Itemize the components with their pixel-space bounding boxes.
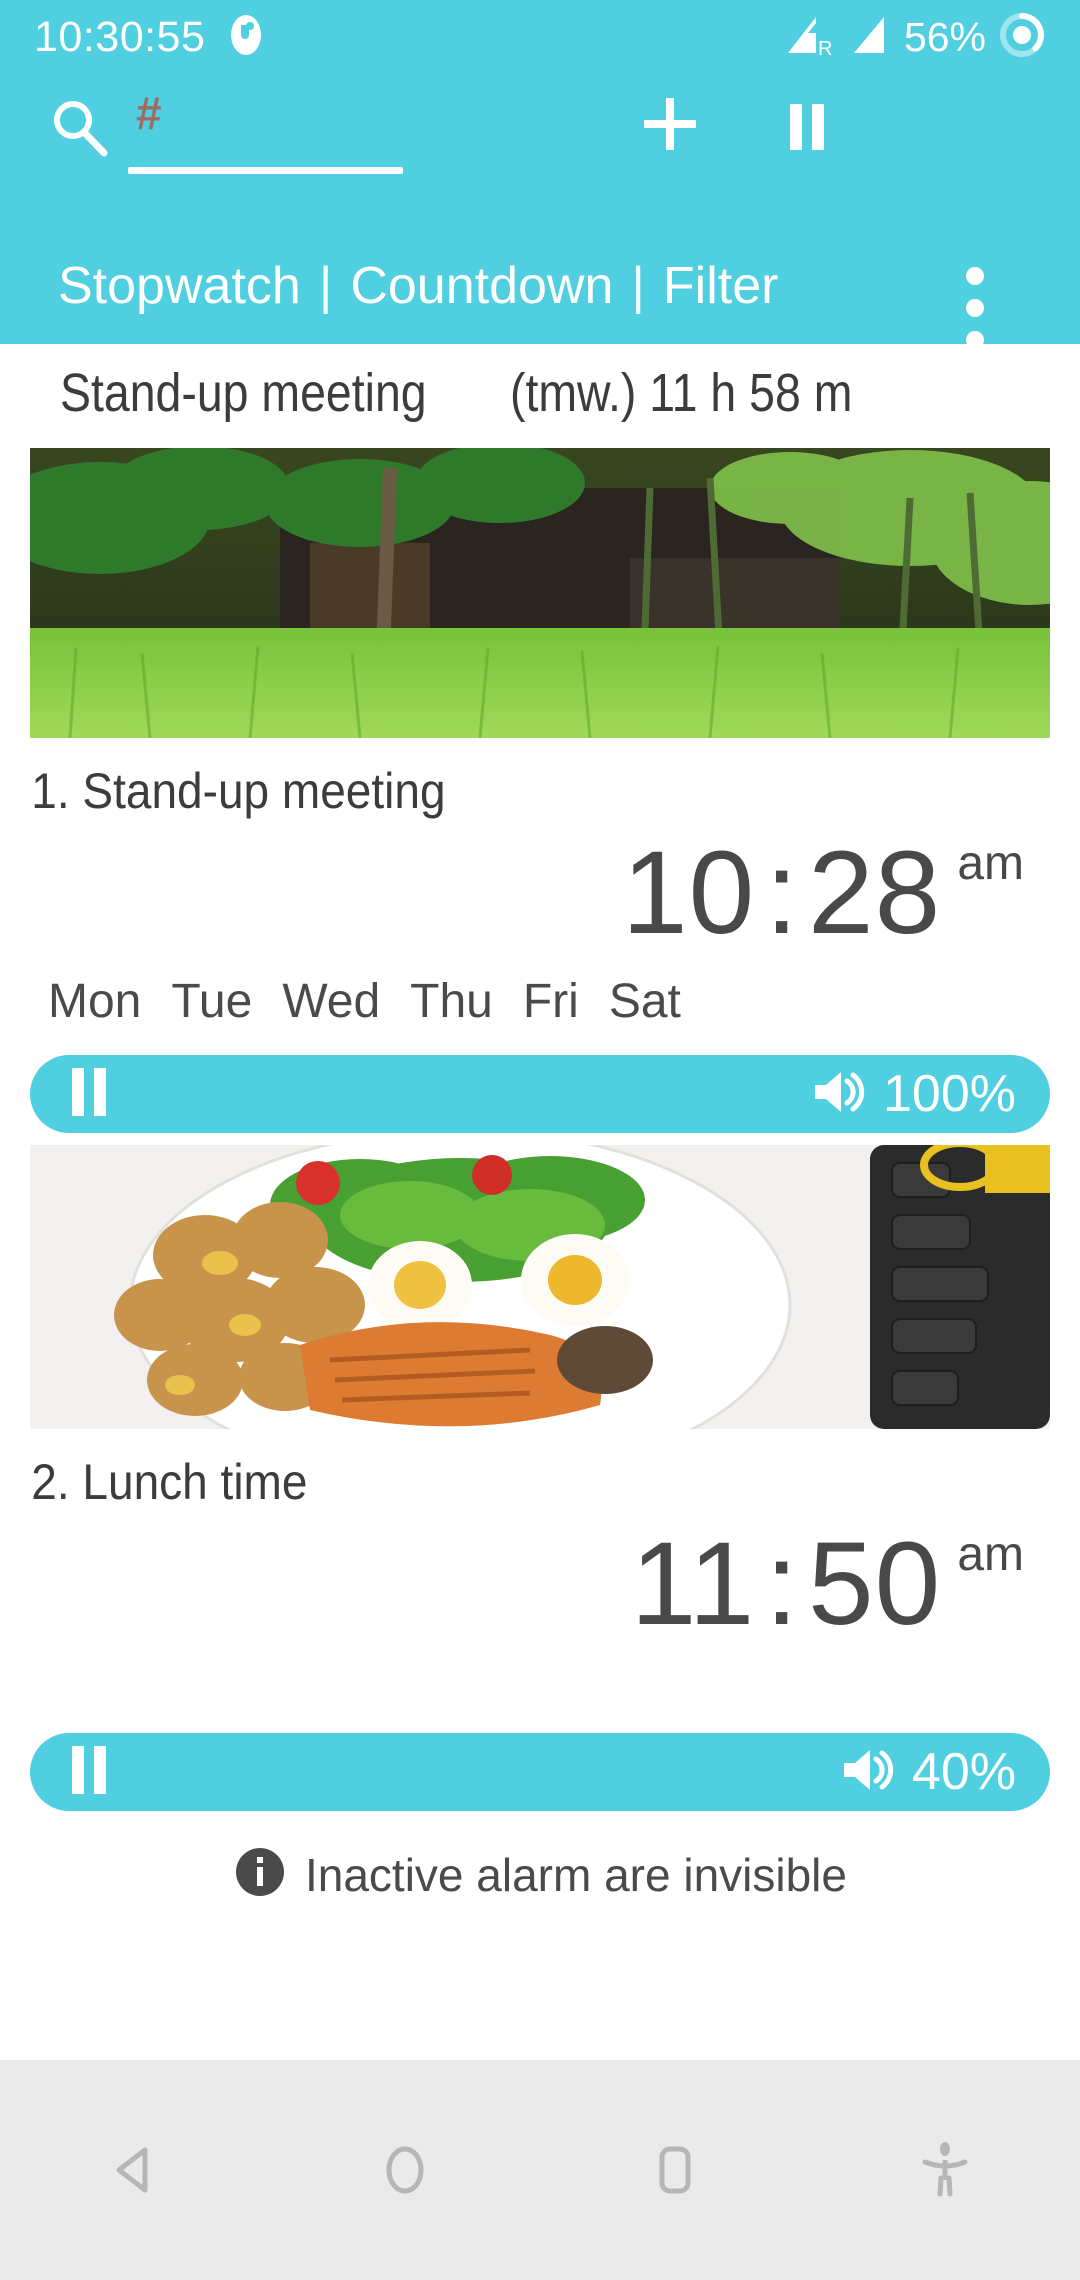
alarm-colon-2: :	[765, 1518, 799, 1650]
recents-icon[interactable]	[540, 2138, 810, 2202]
alarm-days-1[interactable]: Mon Tue Wed Thu Fri Sat	[0, 952, 1080, 1029]
next-alarm-remaining: (tmw.) 11 h 58 m	[510, 363, 853, 423]
speaker-icon[interactable]	[838, 1744, 894, 1801]
next-alarm-header: Stand-up meeting (tmw.) 11 h 58 m	[0, 344, 1080, 436]
volume-group-1[interactable]: 100%	[809, 1064, 1016, 1124]
tab-separator-1: |	[318, 257, 333, 315]
alarm-name-1: 1. Stand-up meeting	[31, 763, 446, 819]
app-notification-icon	[229, 13, 263, 62]
alarm-hour-2: 11	[630, 1518, 756, 1650]
speaker-icon[interactable]	[809, 1066, 865, 1123]
day-fri[interactable]: Fri	[523, 974, 579, 1029]
day-wed[interactable]: Wed	[282, 974, 380, 1029]
status-bar: 10:30:55 R 56%	[0, 0, 1080, 74]
alarm-image-lunch-plate[interactable]	[30, 1145, 1050, 1429]
back-icon[interactable]	[0, 2138, 270, 2202]
android-navigation-bar	[0, 2060, 1080, 2280]
volume-percent-1: 100%	[883, 1065, 1016, 1123]
tab-filter[interactable]: Filter	[663, 256, 779, 316]
alarm-ampm-2: am	[957, 1528, 1024, 1581]
volume-percent-2: 40%	[911, 1743, 1016, 1801]
footer-info: Inactive alarm are invisible	[0, 1811, 1080, 1904]
accessibility-icon[interactable]	[810, 2138, 1080, 2202]
alarm-minute-1: 28	[808, 827, 942, 959]
alarm-volume-bar-1[interactable]: 100%	[30, 1055, 1050, 1133]
volume-group-2[interactable]: 40%	[838, 1742, 1016, 1802]
footer-info-text: Inactive alarm are invisible	[304, 1848, 847, 1901]
day-mon[interactable]: Mon	[48, 974, 141, 1029]
signal-icon	[848, 11, 892, 64]
svg-text:R: R	[818, 38, 832, 59]
alarm-colon-1: :	[765, 827, 799, 959]
app-bar: 10:30:55 R 56% # Stopwatch | Countdown |…	[0, 0, 1080, 349]
search-icon[interactable]	[48, 96, 110, 163]
alarm-time-1[interactable]: 10 : 28 am	[0, 820, 1080, 952]
alarm-card-1[interactable]: 1. Stand-up meeting 10 : 28 am Mon Tue W…	[0, 448, 1080, 1133]
alarm-list: Stand-up meeting (tmw.) 11 h 58 m 1. Sta…	[0, 344, 1080, 2060]
signal-roaming-icon: R	[782, 11, 836, 64]
search-underline	[128, 167, 403, 174]
pause-all-button[interactable]	[772, 92, 842, 167]
search-row: #	[0, 87, 1080, 349]
info-icon	[233, 1845, 287, 1904]
day-tue[interactable]: Tue	[171, 974, 252, 1029]
status-left-icons	[229, 13, 263, 62]
alarm-volume-bar-2[interactable]: 40%	[30, 1733, 1050, 1811]
pause-icon[interactable]	[64, 1742, 114, 1803]
status-clock: 10:30:55	[34, 12, 206, 61]
day-sat[interactable]: Sat	[609, 974, 681, 1029]
battery-circle-icon	[998, 11, 1046, 64]
alarm-time-2[interactable]: 11 : 50 am	[0, 1511, 1080, 1643]
pause-icon[interactable]	[64, 1064, 114, 1125]
status-right-icons: R 56%	[782, 11, 1046, 64]
home-icon[interactable]	[270, 2138, 540, 2202]
search-placeholder: #	[136, 87, 162, 139]
battery-percent-label: 56%	[903, 13, 986, 60]
alarm-minute-2: 50	[808, 1518, 942, 1650]
tab-stopwatch[interactable]: Stopwatch	[58, 256, 301, 316]
tab-separator-2: |	[631, 257, 645, 315]
next-alarm-title: Stand-up meeting	[60, 363, 427, 423]
tab-bar: Stopwatch | Countdown | Filter	[0, 248, 1080, 324]
alarm-image-rice-paddy[interactable]	[30, 448, 1050, 738]
day-thu[interactable]: Thu	[410, 974, 493, 1029]
tab-countdown[interactable]: Countdown	[350, 256, 613, 316]
alarm-card-2[interactable]: 2. Lunch time 11 : 50 am 40%	[0, 1145, 1080, 1811]
alarm-ampm-1: am	[957, 837, 1024, 890]
app-screen: 10:30:55 R 56% # Stopwatch | Countdown |…	[0, 0, 1080, 2280]
alarm-name-2: 2. Lunch time	[31, 1454, 308, 1510]
search-input[interactable]: #	[128, 87, 533, 174]
add-alarm-button[interactable]	[630, 84, 710, 169]
alarm-hour-1: 10	[621, 827, 756, 959]
